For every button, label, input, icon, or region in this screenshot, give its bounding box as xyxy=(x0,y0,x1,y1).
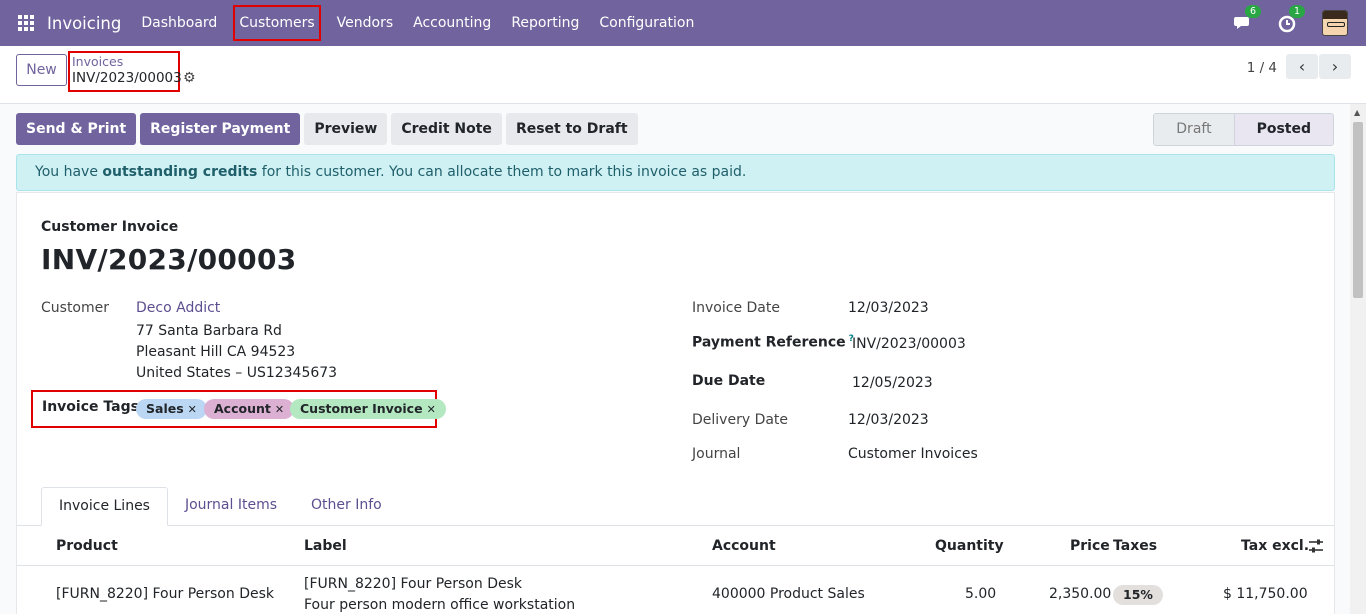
invoice-date-label: Invoice Date xyxy=(692,300,780,316)
column-product[interactable]: Product xyxy=(56,538,118,554)
pager-value[interactable]: 1 / 4 xyxy=(1247,60,1277,76)
column-label[interactable]: Label xyxy=(304,538,347,554)
journal-label: Journal xyxy=(692,446,741,462)
scrollbar-thumb[interactable] xyxy=(1353,122,1363,298)
line-label-line2[interactable]: Four person modern office workstation xyxy=(304,597,575,613)
remove-tag-icon[interactable]: ✕ xyxy=(427,403,436,416)
top-navbar: Invoicing Dashboard Customers Vendors Ac… xyxy=(0,0,1366,46)
invoice-tags-field: Invoice Tags Sales ✕ Account ✕ Customer In… xyxy=(31,390,446,428)
line-label-line1[interactable]: [FURN_8220] Four Person Desk xyxy=(304,576,522,592)
nav-accounting[interactable]: Accounting xyxy=(403,0,501,46)
tab-journal-items[interactable]: Journal Items xyxy=(168,487,294,526)
nav-vendors[interactable]: Vendors xyxy=(327,0,403,46)
gear-icon[interactable]: ⚙ xyxy=(183,70,196,86)
optional-columns-icon[interactable] xyxy=(1308,538,1324,554)
nav-reporting[interactable]: Reporting xyxy=(501,0,589,46)
payment-reference-field[interactable]: INV/2023/00003 xyxy=(852,336,966,352)
pager-next-button[interactable]: › xyxy=(1319,54,1351,79)
remove-tag-icon[interactable]: ✕ xyxy=(188,403,197,416)
nav-customers[interactable]: Customers xyxy=(233,5,321,41)
register-payment-button[interactable]: Register Payment xyxy=(140,113,301,145)
customer-address-line2: Pleasant Hill CA 94523 xyxy=(136,344,296,360)
preview-button[interactable]: Preview xyxy=(304,113,388,145)
breadcrumb-invoices[interactable]: Invoices xyxy=(72,55,176,69)
nav-configuration[interactable]: Configuration xyxy=(589,0,704,46)
column-account[interactable]: Account xyxy=(712,538,776,554)
messages-badge: 6 xyxy=(1245,5,1262,18)
control-panel: New Invoices INV/2023/00003 ⚙ 1 / 4 ‹ › xyxy=(0,46,1366,104)
breadcrumb: Invoices INV/2023/00003 xyxy=(68,51,182,92)
tab-other-info[interactable]: Other Info xyxy=(294,487,399,526)
line-quantity[interactable]: 5.00 xyxy=(965,586,996,602)
invoice-sheet: Customer Invoice INV/2023/00003 Customer… xyxy=(16,192,1335,614)
header-divider xyxy=(17,565,1334,566)
column-price[interactable]: Price xyxy=(1070,538,1110,554)
activities-button[interactable]: 1 xyxy=(1278,5,1306,33)
line-product[interactable]: [FURN_8220] Four Person Desk xyxy=(56,586,274,602)
customer-address-line3: United States – US12345673 xyxy=(136,365,338,381)
invoice-date-field[interactable]: 12/03/2023 xyxy=(848,300,929,316)
customer-label: Customer xyxy=(41,300,110,316)
column-tax-excl[interactable]: Tax excl. xyxy=(1241,538,1309,554)
journal-field[interactable]: Customer Invoices xyxy=(848,446,978,462)
reset-to-draft-button[interactable]: Reset to Draft xyxy=(505,113,638,145)
tag-customer-invoice[interactable]: Customer Invoice ✕ xyxy=(290,399,446,419)
credit-note-button[interactable]: Credit Note xyxy=(391,113,502,145)
invoice-tags-label: Invoice Tags xyxy=(42,399,139,415)
line-price[interactable]: 2,350.00 xyxy=(1049,586,1111,602)
delivery-date-field[interactable]: 12/03/2023 xyxy=(848,412,929,428)
chevron-left-icon: ‹ xyxy=(1298,57,1306,76)
payment-reference-label: Payment Reference? xyxy=(692,334,854,351)
line-account[interactable]: 400000 Product Sales xyxy=(712,586,865,602)
chevron-right-icon: › xyxy=(1331,57,1339,76)
delivery-date-label: Delivery Date xyxy=(692,412,789,428)
breadcrumb-current: INV/2023/00003 xyxy=(72,70,182,86)
column-taxes[interactable]: Taxes xyxy=(1113,538,1157,554)
tab-invoice-lines[interactable]: Invoice Lines xyxy=(41,487,168,526)
customer-name[interactable]: Deco Addict xyxy=(136,300,220,316)
due-date-field[interactable]: 12/05/2023 xyxy=(852,375,933,391)
document-type: Customer Invoice xyxy=(41,219,179,235)
invoice-number: INV/2023/00003 xyxy=(41,243,297,276)
messages-button[interactable]: 6 xyxy=(1234,5,1262,33)
remove-tag-icon[interactable]: ✕ xyxy=(275,403,284,416)
customer-address-line1: 77 Santa Barbara Rd xyxy=(136,323,282,339)
status-bar: Draft Posted xyxy=(1153,113,1334,146)
pager-previous-button[interactable]: ‹ xyxy=(1286,54,1318,79)
notebook-tabs: Invoice Lines Journal Items Other Info xyxy=(41,487,399,526)
alert-outstanding-credits-link[interactable]: outstanding credits xyxy=(102,164,257,180)
app-menu-icon[interactable] xyxy=(18,15,34,31)
line-tax-excl: $ 11,750.00 xyxy=(1223,586,1308,602)
new-button[interactable]: New xyxy=(16,54,67,86)
app-title[interactable]: Invoicing xyxy=(47,14,121,33)
activities-badge: 1 xyxy=(1289,5,1306,18)
send-print-button[interactable]: Send & Print xyxy=(16,113,137,145)
outstanding-credits-alert: You have outstanding credits for this cu… xyxy=(16,154,1335,191)
status-posted[interactable]: Posted xyxy=(1233,114,1333,145)
due-date-label: Due Date xyxy=(692,373,766,389)
nav-dashboard[interactable]: Dashboard xyxy=(131,0,227,46)
action-buttons: Send & Print Register Payment Preview Cr… xyxy=(16,113,638,145)
scroll-up-icon[interactable]: ▲ xyxy=(1354,108,1360,117)
alert-suffix: for this customer. You can allocate them… xyxy=(257,164,747,180)
alert-prefix: You have xyxy=(35,164,103,180)
column-quantity[interactable]: Quantity xyxy=(935,538,1004,554)
scrollbar[interactable]: ▲ xyxy=(1350,104,1366,614)
line-tax-badge[interactable]: 15% xyxy=(1113,585,1163,605)
tag-account[interactable]: Account ✕ xyxy=(204,399,295,419)
user-avatar[interactable] xyxy=(1322,10,1348,36)
tag-sales[interactable]: Sales ✕ xyxy=(136,399,207,419)
status-draft[interactable]: Draft xyxy=(1154,114,1234,145)
